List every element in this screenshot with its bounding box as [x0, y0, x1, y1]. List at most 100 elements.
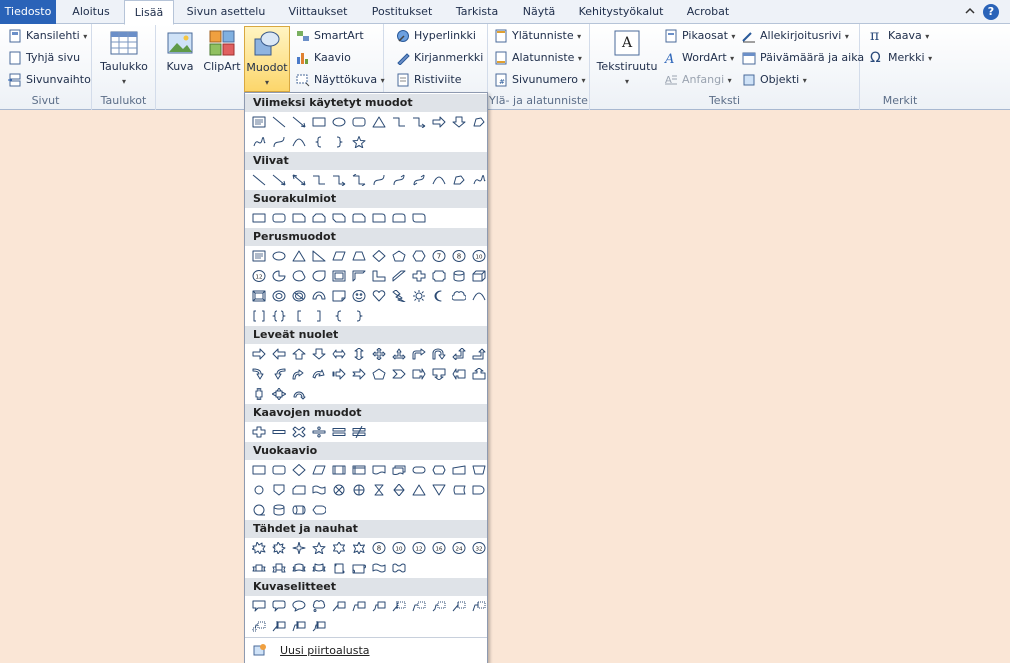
shape-wave-icon[interactable] — [369, 560, 389, 576]
shape-line3c-icon[interactable] — [309, 618, 329, 634]
shape-direct-icon[interactable] — [289, 502, 309, 518]
shape-exp1-icon[interactable] — [249, 540, 269, 556]
shape-rect-icon[interactable] — [249, 462, 269, 478]
shape-arrow-icon[interactable] — [289, 114, 309, 130]
shape-lrarrow-icon[interactable] — [329, 346, 349, 362]
chevron-up-icon[interactable] — [962, 4, 978, 20]
shape-line1a-icon[interactable] — [389, 598, 409, 614]
shape-line3-icon[interactable] — [369, 598, 389, 614]
shape-donut-icon[interactable] — [269, 288, 289, 304]
shape-rbrace-icon[interactable] — [329, 134, 349, 150]
shape-disk-icon[interactable] — [269, 502, 289, 518]
tab-home[interactable]: Aloitus — [62, 0, 120, 24]
shape-n12-icon[interactable]: 12 — [249, 268, 269, 284]
shape-diagstripe-icon[interactable] — [389, 268, 409, 284]
shape-scrollh-icon[interactable] — [349, 560, 369, 576]
shape-line1b-icon[interactable] — [449, 598, 469, 614]
shape-rcallout-icon[interactable] — [409, 366, 429, 382]
shape-line2b-icon[interactable] — [469, 598, 489, 614]
shape-ribcurve1-icon[interactable] — [289, 560, 309, 576]
shape-terminator-icon[interactable] — [409, 462, 429, 478]
shape-lbracket-icon[interactable] — [289, 308, 309, 324]
tab-insert[interactable]: Lisää — [124, 0, 174, 25]
tab-developer[interactable]: Kehitystyökalut — [572, 0, 670, 24]
shape-rect-icon[interactable] — [309, 114, 329, 130]
shape-curvright-icon[interactable] — [249, 366, 269, 382]
shape-rnd2-icon[interactable] — [389, 210, 409, 226]
shape-arc-icon[interactable] — [289, 134, 309, 150]
hyperlink-button[interactable]: Hyperlinkki — [394, 26, 476, 46]
text-box-button[interactable]: A Tekstiruutu ▾ — [596, 28, 658, 89]
shape-n32-icon[interactable]: 32 — [469, 540, 489, 556]
symbol-button[interactable]: Ω Merkki ▾ — [868, 48, 932, 68]
shape-curvleft-icon[interactable] — [269, 366, 289, 382]
shape-internal-icon[interactable] — [349, 462, 369, 478]
shape-sniprnd-icon[interactable] — [349, 210, 369, 226]
shape-udarrow-icon[interactable] — [349, 346, 369, 362]
page-break-button[interactable]: Sivunvaihto — [6, 70, 91, 90]
shape-dblbrace-icon[interactable] — [269, 308, 289, 324]
shape-line1-icon[interactable] — [329, 598, 349, 614]
shape-line1c-icon[interactable] — [269, 618, 289, 634]
shape-bentup-icon[interactable] — [469, 346, 489, 362]
shape-foldcorner-icon[interactable] — [329, 288, 349, 304]
shape-circular-icon[interactable] — [289, 386, 309, 402]
shape-curvup-icon[interactable] — [289, 366, 309, 382]
shape-star6-icon[interactable] — [329, 540, 349, 556]
shape-plus-icon[interactable] — [409, 268, 429, 284]
shape-can-icon[interactable] — [449, 268, 469, 284]
shape-udcallout-icon[interactable] — [249, 386, 269, 402]
shape-ribcurve2-icon[interactable] — [309, 560, 329, 576]
shape-delay-icon[interactable] — [469, 482, 489, 498]
shape-dcallout-icon[interactable] — [429, 366, 449, 382]
shape-bent-icon[interactable] — [409, 346, 429, 362]
date-time-button[interactable]: Päivämäärä ja aika — [740, 48, 864, 68]
shape-scribble-icon[interactable] — [469, 172, 489, 188]
shape-freeform-icon[interactable] — [469, 114, 489, 130]
shape-equal-icon[interactable] — [329, 424, 349, 440]
shape-n24-icon[interactable]: 24 — [449, 540, 469, 556]
page-number-button[interactable]: # Sivunumero ▾ — [492, 70, 585, 90]
shape-line3b-icon[interactable] — [249, 618, 269, 634]
shape-seqaccess-icon[interactable] — [249, 502, 269, 518]
footer-button[interactable]: Alatunniste ▾ — [492, 48, 582, 68]
shape-cloudcall-icon[interactable] — [309, 598, 329, 614]
shape-textbox-icon[interactable] — [249, 114, 269, 130]
shape-stored-icon[interactable] — [449, 482, 469, 498]
shape-snip1-icon[interactable] — [289, 210, 309, 226]
shape-tape-icon[interactable] — [309, 482, 329, 498]
shape-manualop-icon[interactable] — [469, 462, 489, 478]
shape-elbowdbl-icon[interactable] — [349, 172, 369, 188]
shape-roundrect-icon[interactable] — [269, 210, 289, 226]
shapes-button[interactable]: Muodot ▾ — [244, 26, 290, 92]
shape-lrup-icon[interactable] — [389, 346, 409, 362]
tab-references[interactable]: Viittaukset — [280, 0, 356, 24]
shape-line2-icon[interactable] — [349, 598, 369, 614]
shape-curvearrow-icon[interactable] — [389, 172, 409, 188]
shape-triangle-icon[interactable] — [369, 114, 389, 130]
shape-line2a-icon[interactable] — [409, 598, 429, 614]
shape-nosign-icon[interactable] — [289, 288, 309, 304]
shape-leftarrow-icon[interactable] — [269, 346, 289, 362]
shape-striped-icon[interactable] — [329, 366, 349, 382]
shape-star7-icon[interactable] — [349, 540, 369, 556]
bookmark-button[interactable]: Kirjanmerkki — [394, 48, 483, 68]
table-button[interactable]: Taulukko ▾ — [98, 28, 150, 89]
shape-n8-icon[interactable]: 8 — [449, 248, 469, 264]
shape-ucallout-icon[interactable] — [469, 366, 489, 382]
shape-ocall-icon[interactable] — [289, 598, 309, 614]
equation-button[interactable]: π Kaava ▾ — [868, 26, 929, 46]
shape-offpage-icon[interactable] — [269, 482, 289, 498]
shape-rightarrow-icon[interactable] — [429, 114, 449, 130]
shape-textbox-icon[interactable] — [249, 248, 269, 264]
shape-notequal-icon[interactable] — [349, 424, 369, 440]
shape-sumjunc-icon[interactable] — [329, 482, 349, 498]
cover-page-button[interactable]: Kansilehti ▾ — [6, 26, 87, 46]
screenshot-button[interactable]: Näyttökuva ▾ — [294, 70, 385, 90]
shape-line-icon[interactable] — [269, 114, 289, 130]
shape-diamond-icon[interactable] — [289, 462, 309, 478]
shape-minus-icon[interactable] — [269, 424, 289, 440]
shape-rcall-icon[interactable] — [249, 598, 269, 614]
shape-manual-icon[interactable] — [449, 462, 469, 478]
shape-rtriangle-icon[interactable] — [309, 248, 329, 264]
